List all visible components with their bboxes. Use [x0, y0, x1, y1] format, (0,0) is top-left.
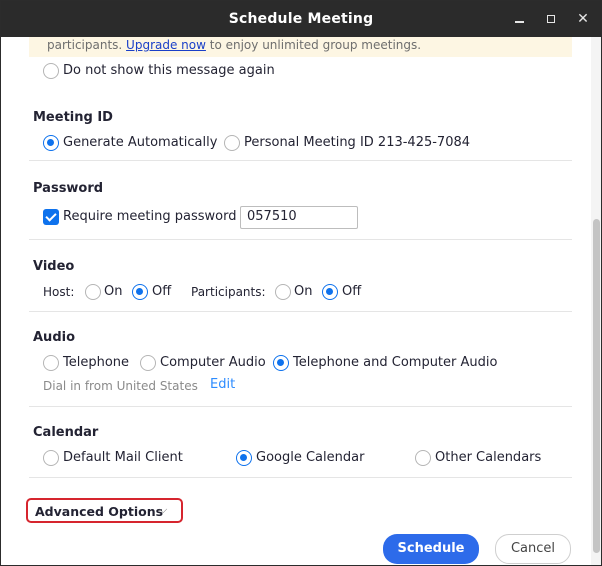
banner-text: participants. Upgrade now to enjoy unlim… [47, 38, 421, 52]
banner-text-after: to enjoy unlimited group meetings. [205, 38, 422, 52]
upgrade-banner: participants. Upgrade now to enjoy unlim… [29, 37, 572, 57]
advanced-options-label: Advanced Options [35, 504, 164, 519]
audio-both-radio[interactable] [273, 355, 289, 371]
maximize-icon[interactable] [541, 9, 561, 29]
close-icon[interactable]: ✕ [573, 9, 593, 29]
dont-show-again-label[interactable]: Do not show this message again [63, 63, 275, 78]
personal-meeting-id-radio[interactable] [224, 135, 240, 151]
video-host-label: Host: [43, 285, 75, 299]
audio-computer-label[interactable]: Computer Audio [160, 355, 266, 370]
host-video-off-radio[interactable] [132, 284, 148, 300]
divider [29, 311, 572, 312]
calendar-heading: Calendar [33, 425, 99, 440]
calendar-other-label[interactable]: Other Calendars [435, 450, 541, 465]
title-bar: Schedule Meeting ✕ [1, 1, 601, 37]
audio-heading: Audio [33, 330, 76, 345]
password-input[interactable]: 057510 [240, 206, 358, 229]
require-password-label[interactable]: Require meeting password [63, 209, 236, 224]
video-heading: Video [33, 259, 75, 274]
host-video-off-label[interactable]: Off [152, 284, 171, 299]
participants-video-on-radio[interactable] [275, 284, 291, 300]
schedule-button[interactable]: Schedule [383, 534, 479, 564]
dial-in-text: Dial in from United States [43, 379, 198, 393]
calendar-google-label[interactable]: Google Calendar [256, 450, 364, 465]
host-video-on-radio[interactable] [85, 284, 101, 300]
dial-in-edit-link[interactable]: Edit [210, 377, 235, 392]
dont-show-again-radio[interactable] [43, 63, 59, 79]
participants-video-off-radio[interactable] [322, 284, 338, 300]
advanced-options-toggle[interactable]: Advanced Options ⌵ [26, 498, 183, 523]
divider [29, 406, 572, 407]
audio-both-label[interactable]: Telephone and Computer Audio [293, 355, 497, 370]
audio-telephone-radio[interactable] [43, 355, 59, 371]
audio-telephone-label[interactable]: Telephone [63, 355, 129, 370]
divider [29, 160, 572, 161]
participants-video-on-label[interactable]: On [294, 284, 312, 299]
calendar-default-mail-radio[interactable] [43, 450, 59, 466]
calendar-default-mail-label[interactable]: Default Mail Client [63, 450, 183, 465]
minimize-icon[interactable] [509, 9, 529, 29]
chevron-down-icon: ⌵ [159, 503, 168, 516]
require-password-checkbox[interactable] [43, 209, 59, 225]
audio-computer-radio[interactable] [140, 355, 156, 371]
cancel-button[interactable]: Cancel [495, 534, 571, 564]
upgrade-now-link[interactable]: Upgrade now [126, 38, 206, 52]
host-video-on-label[interactable]: On [104, 284, 122, 299]
meeting-id-heading: Meeting ID [33, 110, 113, 125]
password-heading: Password [33, 181, 104, 196]
participants-video-off-label[interactable]: Off [342, 284, 361, 299]
banner-text-before: participants. [47, 38, 127, 52]
video-participants-label: Participants: [191, 285, 266, 299]
divider [29, 239, 572, 240]
scrollbar-thumb[interactable] [593, 219, 600, 553]
calendar-other-radio[interactable] [415, 450, 431, 466]
schedule-meeting-window: Schedule Meeting ✕ participants. Upgrade… [0, 0, 602, 566]
personal-meeting-id-label[interactable]: Personal Meeting ID 213-425-7084 [244, 135, 470, 150]
generate-automatically-radio[interactable] [43, 135, 59, 151]
calendar-google-radio[interactable] [236, 450, 252, 466]
generate-automatically-label[interactable]: Generate Automatically [63, 135, 217, 150]
form-content: participants. Upgrade now to enjoy unlim… [1, 37, 589, 565]
divider [29, 477, 572, 478]
